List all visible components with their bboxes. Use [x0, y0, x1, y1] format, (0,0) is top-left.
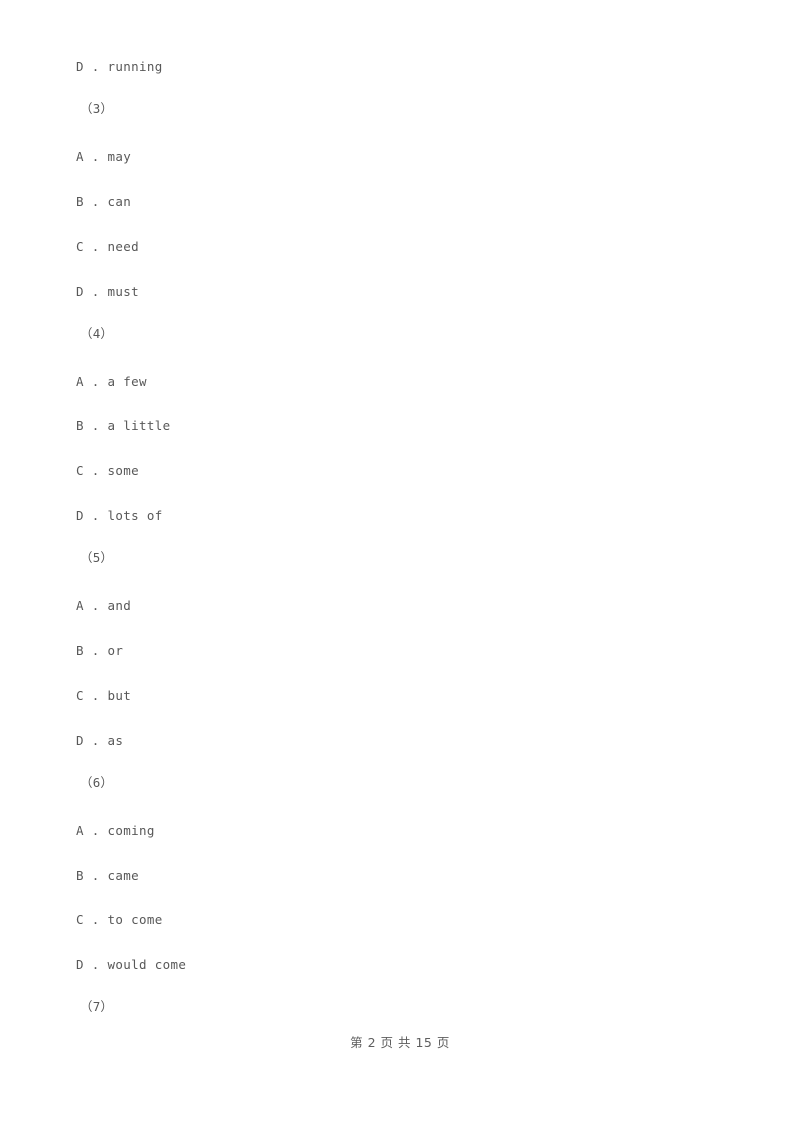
question-number: （6） — [80, 775, 114, 790]
answer-option: A . coming — [76, 823, 155, 838]
answer-option: C . but — [76, 688, 132, 703]
answer-option: C . need — [76, 239, 140, 254]
answer-option: D . must — [76, 284, 140, 299]
question-number: （7） — [80, 999, 114, 1014]
page-footer: 第 2 页 共 15 页 — [350, 1035, 450, 1050]
question-number: （4） — [80, 326, 114, 341]
answer-option: B . came — [76, 868, 140, 883]
answer-option: B . or — [76, 643, 124, 658]
answer-option: B . a little — [76, 418, 171, 433]
question-number: （5） — [80, 550, 114, 565]
answer-option: B . can — [76, 194, 132, 209]
answer-option: A . and — [76, 598, 132, 613]
answer-option: C . some — [76, 463, 140, 478]
answer-option: D . running — [76, 59, 163, 74]
answer-option: D . as — [76, 733, 124, 748]
answer-option: C . to come — [76, 912, 163, 927]
answer-option: A . a few — [76, 374, 147, 389]
question-number: （3） — [80, 101, 114, 116]
document-page: D . running （3） A . may B . can C . need D . … — [0, 0, 800, 1132]
answer-option: D . would come — [76, 957, 187, 972]
answer-option: D . lots of — [76, 508, 163, 523]
answer-option: A . may — [76, 149, 132, 164]
